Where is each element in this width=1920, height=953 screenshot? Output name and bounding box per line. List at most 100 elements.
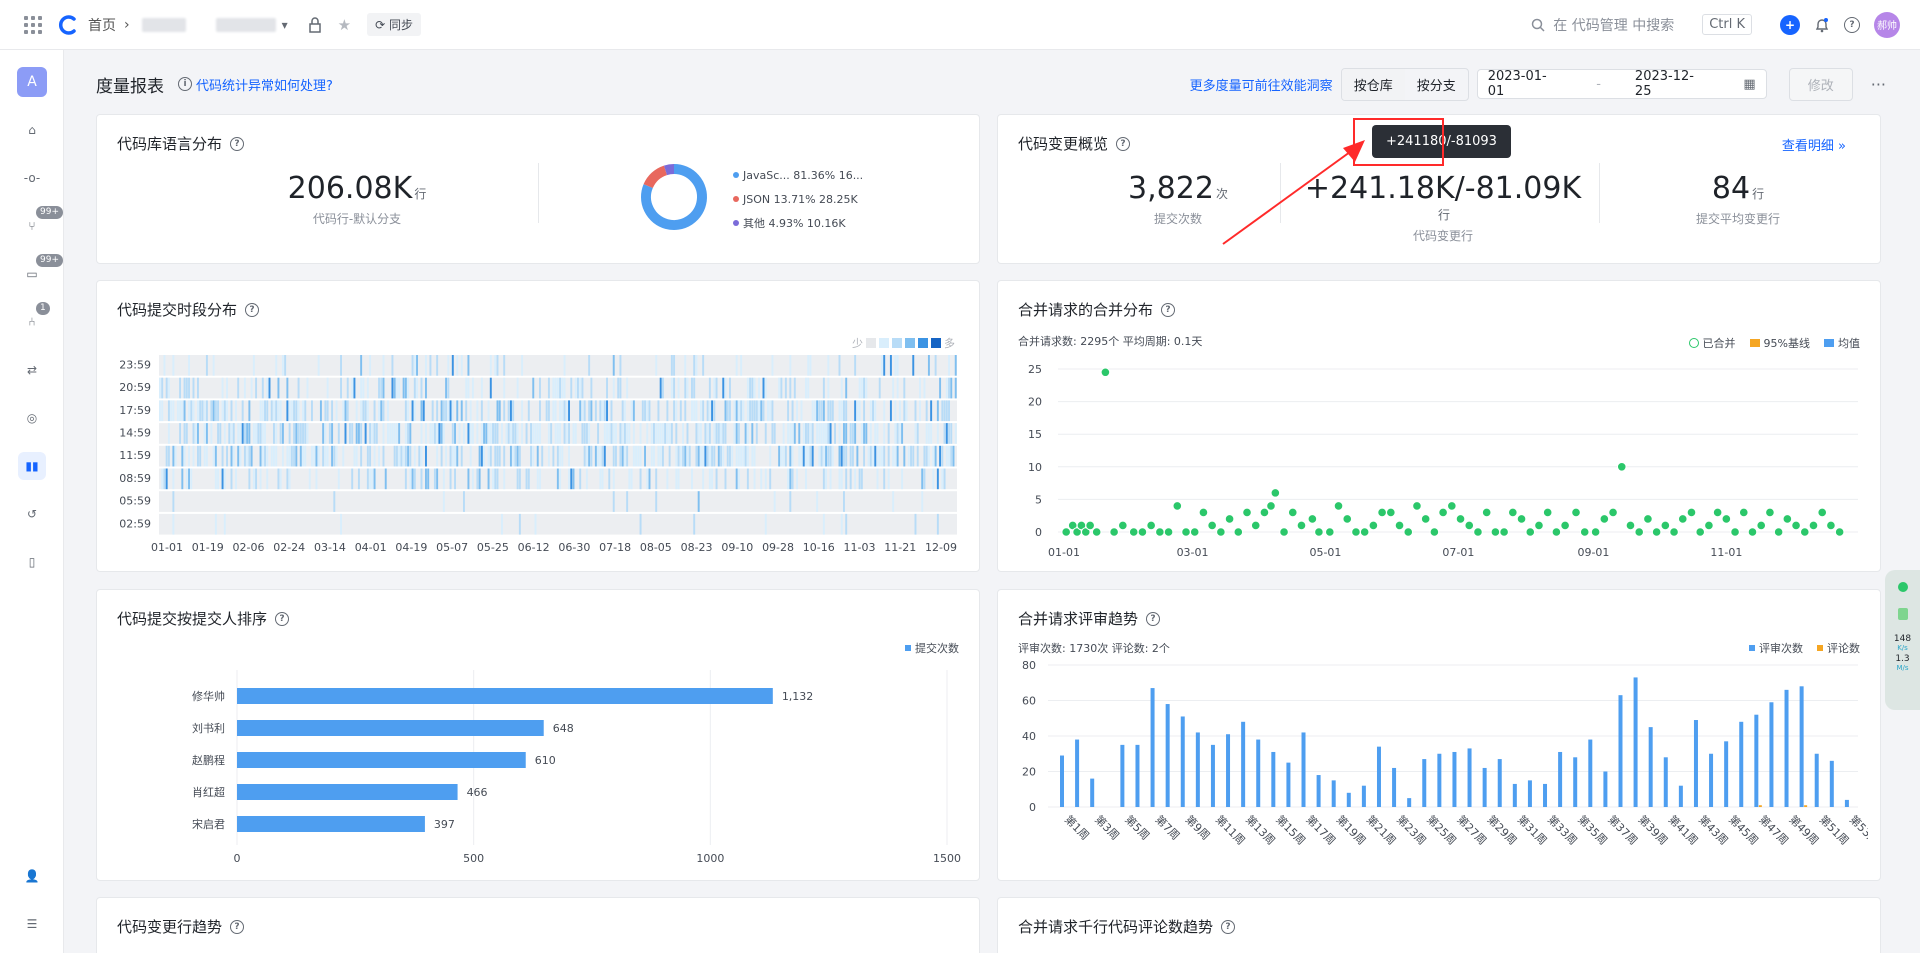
- vbar-bar-reviews: [1724, 741, 1729, 807]
- network-speed-widget[interactable]: 148 K/s 1.3 M/s: [1885, 570, 1920, 710]
- question-icon[interactable]: ?: [1221, 919, 1236, 934]
- heatmap-cell: [362, 400, 365, 422]
- logo-icon[interactable]: [58, 14, 80, 36]
- heatmap-cell: [608, 423, 611, 444]
- legend-item[interactable]: 均值: [1824, 335, 1860, 351]
- sidebar-item-branches[interactable]: ⑂ 99+: [18, 206, 63, 240]
- heatmap-cell: [755, 400, 758, 422]
- chevron-down-icon[interactable]: ▾: [282, 18, 288, 32]
- question-icon[interactable]: ?: [230, 136, 245, 151]
- repo-avatar[interactable]: A: [17, 67, 47, 97]
- heatmap-cell: [194, 423, 197, 444]
- question-icon[interactable]: ?: [1146, 611, 1161, 626]
- sidebar-item-wiki[interactable]: ▯: [18, 548, 46, 576]
- view-details-link[interactable]: 查看明细 »: [1782, 135, 1846, 154]
- apps-grid-icon[interactable]: [24, 15, 42, 34]
- star-icon[interactable]: ★: [338, 16, 351, 34]
- date-end[interactable]: 2023-12-25: [1635, 69, 1710, 99]
- help-icon[interactable]: ?: [1844, 16, 1860, 33]
- sidebar-item-commits[interactable]: -o-: [18, 164, 46, 192]
- heatmap-cell: [420, 445, 423, 467]
- heatmap-cell: [684, 377, 687, 399]
- global-search[interactable]: 在 代码管理 中搜索 Ctrl K: [1531, 14, 1752, 35]
- heatmap-cell: [214, 445, 217, 467]
- more-icon[interactable]: ···: [1871, 75, 1886, 94]
- create-button[interactable]: +: [1780, 14, 1800, 35]
- sidebar-item-merge-requests[interactable]: ⑃ 1: [18, 302, 50, 336]
- heatmap-cell: [746, 468, 749, 490]
- heatmap-cell: [501, 513, 503, 535]
- heatmap-cell: [514, 423, 517, 444]
- sidebar-item-overview[interactable]: ⌂: [18, 116, 46, 144]
- sidebar-collapse[interactable]: ☰: [18, 910, 46, 938]
- breadcrumb-home[interactable]: 首页: [88, 15, 116, 35]
- heatmap-cell: [530, 445, 532, 467]
- sidebar-item-tags[interactable]: ▭ 99+: [18, 254, 63, 288]
- heatmap-cell: [876, 445, 879, 467]
- sidebar-item-pipelines[interactable]: ◎: [18, 404, 46, 432]
- sidebar-item-compare[interactable]: ⇄: [18, 356, 46, 384]
- heatmap-cell: [319, 400, 322, 422]
- scatter-point: [1314, 527, 1324, 537]
- help-link[interactable]: i 代码统计异常如何处理?: [178, 75, 333, 94]
- scope-repo-button[interactable]: 按仓库: [1341, 68, 1405, 100]
- merge-scatter-chart[interactable]: 0 5 10 15 20 25 01-01 03-01 05-01 07-01 09-01 11-01: [1008, 357, 1868, 567]
- heatmap-cell: [603, 445, 606, 467]
- committer-bar-chart[interactable]: 0 500 1000 1500 修华帅 1,132 刘书利 648 赵鹏程 610 肖红超 466 宋启…: [107, 650, 967, 875]
- insight-link[interactable]: 更多度量可前往效能洞察: [1190, 75, 1333, 94]
- legend-item[interactable]: 95%基线: [1749, 335, 1810, 351]
- legend-item[interactable]: 已合并: [1688, 335, 1736, 351]
- heatmap-cell: [840, 377, 843, 399]
- legend-item[interactable]: JSON 13.71% 28.25K: [733, 187, 863, 211]
- edit-button[interactable]: 修改: [1788, 67, 1853, 101]
- question-icon[interactable]: ?: [245, 302, 260, 317]
- heatmap-cell: [451, 355, 454, 376]
- heatmap-row-bg: [159, 491, 957, 512]
- heatmap-cell: [925, 400, 928, 422]
- repo-name-redacted[interactable]: [215, 17, 276, 32]
- donut-slice: [643, 165, 668, 189]
- legend-item[interactable]: JavaSc... 81.36% 16...: [733, 163, 863, 187]
- calendar-icon[interactable]: ▦: [1743, 77, 1755, 92]
- heatmap-cell: [621, 445, 624, 467]
- sync-button[interactable]: ⟳ 同步: [367, 13, 421, 36]
- repo-owner-redacted[interactable]: [141, 17, 186, 32]
- bell-icon[interactable]: [1814, 17, 1830, 33]
- heatmap-cell: [874, 423, 877, 444]
- review-bar-chart[interactable]: 0 20 40 60 80 第1周 第3周 第5周 第7周 第9周 第11周第13周第15周第17周…: [1008, 660, 1868, 875]
- sidebar-item-members[interactable]: 👤: [18, 862, 46, 890]
- user-avatar[interactable]: 郝帅: [1874, 11, 1900, 38]
- question-icon[interactable]: ?: [230, 919, 245, 934]
- legend-item[interactable]: 评审次数: [1749, 640, 1803, 656]
- avg-lines-label: 提交平均变更行: [1695, 212, 1780, 226]
- scatter-point: [1590, 527, 1601, 537]
- question-icon[interactable]: ?: [1116, 136, 1131, 151]
- heatmap-cell: [626, 423, 629, 444]
- hbar-bar: [237, 784, 458, 800]
- scope-branch-button[interactable]: 按分支: [1405, 69, 1468, 100]
- heatmap-cell: [349, 423, 351, 444]
- vbar-x-tick: 第43周: [1696, 812, 1731, 847]
- heatmap-cell: [192, 445, 195, 467]
- sidebar-item-history[interactable]: ↺: [18, 500, 46, 528]
- heatmap-cell: [525, 468, 528, 490]
- legend-item[interactable]: 其他 4.93% 10.16K: [733, 211, 863, 235]
- heatmap-cell: [279, 423, 282, 444]
- heatmap-cell: [720, 423, 722, 444]
- heatmap-cell: [731, 445, 734, 467]
- language-donut-chart[interactable]: [640, 163, 708, 231]
- date-start[interactable]: 2023-01-01: [1488, 69, 1563, 99]
- heatmap-cell: [664, 423, 667, 444]
- heatmap-x-label: 08-23: [681, 541, 713, 554]
- question-icon[interactable]: ?: [1161, 302, 1176, 317]
- heatmap-cell: [930, 423, 933, 444]
- sidebar-item-metrics[interactable]: ▮▮: [18, 452, 46, 480]
- commit-heatmap[interactable]: 23:59 20:59 17:59 14:59 11:59 08:59 05:59 02:59…: [107, 351, 967, 561]
- heatmap-cell: [733, 423, 736, 444]
- vbar-bar-reviews: [1437, 753, 1442, 807]
- heatmap-cell: [691, 377, 693, 399]
- legend-item[interactable]: 评论数: [1817, 640, 1860, 656]
- question-icon[interactable]: ?: [275, 611, 290, 626]
- date-range-picker[interactable]: 2023-01-01 - 2023-12-25 ▦: [1476, 69, 1767, 99]
- heatmap-cell: [429, 355, 432, 376]
